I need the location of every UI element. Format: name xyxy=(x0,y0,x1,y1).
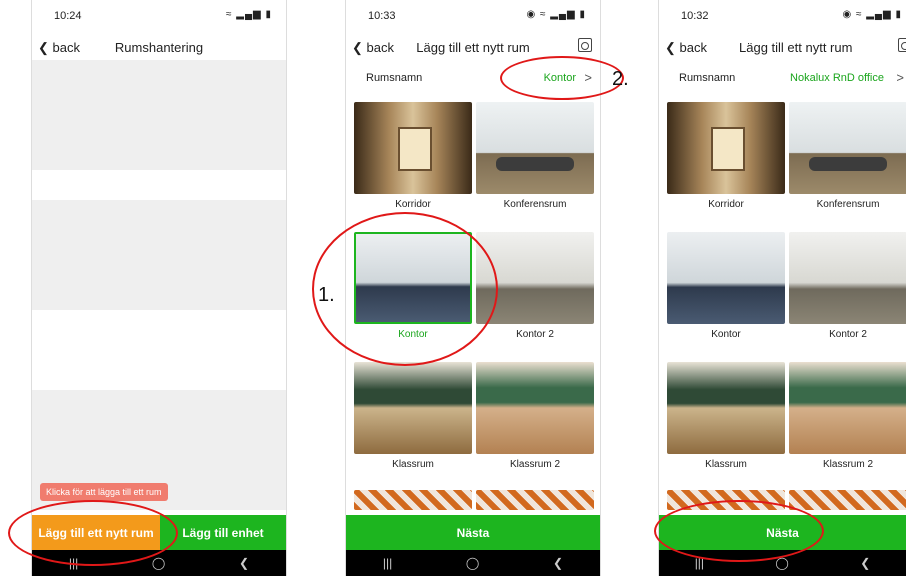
room-list-placeholder xyxy=(32,60,286,170)
room-tile-label: Klassrum 2 xyxy=(822,459,873,470)
status-time: 10:33 xyxy=(368,10,396,22)
classroom-2-image xyxy=(789,362,906,454)
corridor-image xyxy=(354,102,472,194)
room-tile-classroom-2[interactable]: Klassrum 2 xyxy=(476,362,594,470)
status-time: 10:24 xyxy=(54,10,82,22)
home-icon[interactable]: ◯ xyxy=(466,556,479,570)
room-tile-label: Klassrum xyxy=(705,459,747,470)
peek-image xyxy=(789,490,906,510)
corridor-image xyxy=(667,102,785,194)
status-bar: 10:33 ◉ ≈ ▂▄▆ ▮ xyxy=(346,0,600,30)
home-icon[interactable]: ◯ xyxy=(152,556,165,570)
room-tile-corridor[interactable]: Korridor xyxy=(667,102,785,210)
conference-image xyxy=(789,102,906,194)
app-header: ❮ back Rumshantering xyxy=(32,30,286,64)
room-tile-classroom-2[interactable]: Klassrum 2 xyxy=(789,362,906,470)
phone-screen-add-room-named: 10:32 ◉ ≈ ▂▄▆ ▮ ❮ back Lägg till ett nyt… xyxy=(658,0,906,576)
room-tile-office[interactable]: Kontor xyxy=(667,232,785,340)
page-title: Lägg till ett nytt rum xyxy=(739,40,853,55)
phone-screen-room-management: 10:24 ≈ ▂▄▆ ▮ ❮ back Rumshantering Klick… xyxy=(31,0,287,576)
step-2-label: 2. xyxy=(612,68,629,90)
add-device-button[interactable]: Lägg till enhet xyxy=(160,515,286,550)
conference-image xyxy=(476,102,594,194)
peek-image xyxy=(354,490,472,510)
room-tile-label: Kontor 2 xyxy=(516,329,554,340)
room-tile-classroom[interactable]: Klassrum xyxy=(667,362,785,470)
classroom-2-image xyxy=(476,362,594,454)
room-tile-corridor[interactable]: Korridor xyxy=(354,102,472,210)
photo-icon[interactable] xyxy=(898,38,906,52)
room-tile-label: Konferensrum xyxy=(816,199,880,210)
back-button[interactable]: ❮ back xyxy=(665,40,707,56)
app-header: ❮ back Lägg till ett nytt rum xyxy=(659,30,906,64)
classroom-image xyxy=(354,362,472,454)
highlight-cloud-room-name xyxy=(500,56,624,100)
nav-back-icon[interactable]: ❮ xyxy=(553,556,563,570)
room-tile-classroom[interactable]: Klassrum xyxy=(354,362,472,470)
page-title: Rumshantering xyxy=(114,40,204,55)
room-tile-label: Kontor 2 xyxy=(829,329,867,340)
highlight-cloud-office-tile xyxy=(312,212,498,366)
room-name-label: Rumsnamn xyxy=(679,72,736,84)
nav-back-icon[interactable]: ❮ xyxy=(239,556,249,570)
room-tile-label: Korridor xyxy=(395,199,431,210)
room-name-row[interactable]: Rumsnamn Nokalux RnD office > xyxy=(659,64,906,92)
room-tile-label: Kontor xyxy=(711,329,741,340)
step-1-label: 1. xyxy=(318,284,335,306)
room-list xyxy=(32,60,286,515)
room-name-label: Rumsnamn xyxy=(366,72,423,84)
room-tile-label: Klassrum xyxy=(392,459,434,470)
status-icons: ◉ ≈ ▂▄▆ ▮ xyxy=(526,9,586,20)
room-tile-conference[interactable]: Konferensrum xyxy=(789,102,906,210)
next-button[interactable]: Nästa xyxy=(346,515,600,550)
page-title: Lägg till ett nytt rum xyxy=(416,40,530,55)
room-list-placeholder xyxy=(32,200,286,310)
room-name-value: Nokalux RnD office xyxy=(790,72,884,84)
highlight-cloud-add-room xyxy=(8,500,178,566)
highlight-cloud-next xyxy=(654,500,824,562)
status-icons: ≈ ▂▄▆ ▮ xyxy=(225,9,272,20)
system-nav-bar: ||| ◯ ❮ xyxy=(346,550,600,576)
room-tile-peek xyxy=(476,490,594,510)
add-room-tooltip: Klicka för att lägga till ett rum xyxy=(40,483,168,501)
status-time: 10:32 xyxy=(681,10,709,22)
chevron-right-icon: > xyxy=(896,70,904,85)
room-tile-office-2[interactable]: Kontor 2 xyxy=(789,232,906,340)
room-tile-label: Korridor xyxy=(708,199,744,210)
peek-image xyxy=(476,490,594,510)
office-2-image xyxy=(789,232,906,324)
office-image xyxy=(667,232,785,324)
room-tile-conference[interactable]: Konferensrum xyxy=(476,102,594,210)
status-bar: 10:32 ◉ ≈ ▂▄▆ ▮ xyxy=(659,0,906,30)
status-bar: 10:24 ≈ ▂▄▆ ▮ xyxy=(32,0,286,30)
nav-back-icon[interactable]: ❮ xyxy=(860,556,870,570)
room-tile-label: Konferensrum xyxy=(503,199,567,210)
room-tile-label: Klassrum 2 xyxy=(509,459,560,470)
recents-icon[interactable]: ||| xyxy=(383,556,392,570)
photo-icon[interactable] xyxy=(578,38,592,52)
room-tile-peek xyxy=(354,490,472,510)
status-icons: ◉ ≈ ▂▄▆ ▮ xyxy=(842,9,902,20)
room-tile-peek xyxy=(789,490,906,510)
classroom-image xyxy=(667,362,785,454)
